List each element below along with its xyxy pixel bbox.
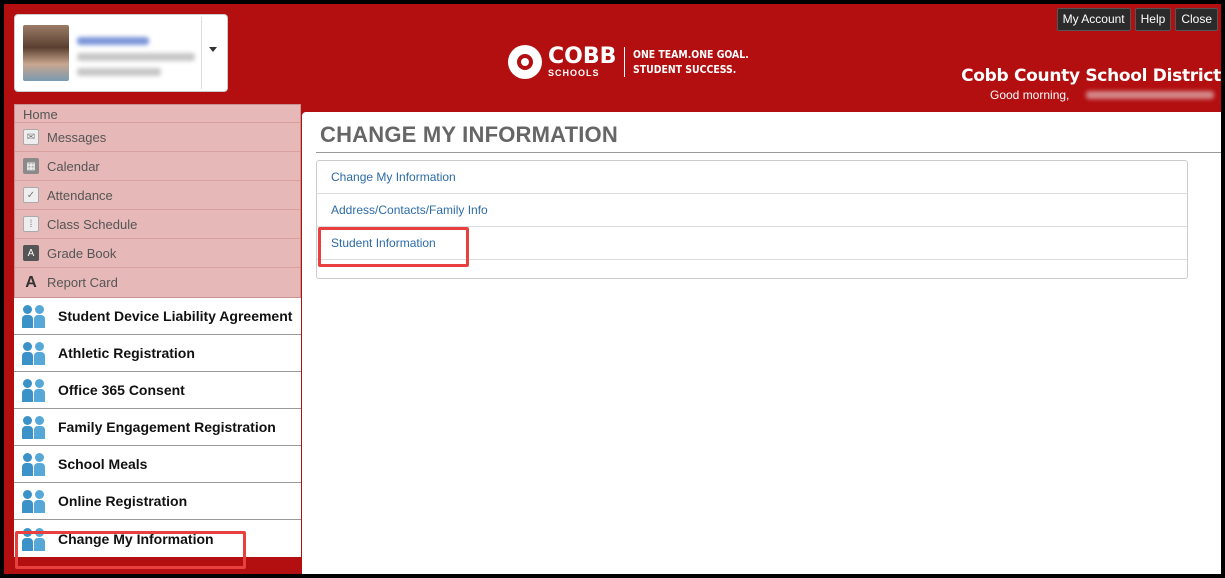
cobb-shield-icon bbox=[508, 45, 542, 79]
checkbox-icon: ✓ bbox=[23, 187, 39, 203]
my-account-button[interactable]: My Account bbox=[1056, 8, 1131, 31]
calendar-icon: ▦ bbox=[23, 158, 39, 174]
sidebar-item-label: Student Device Liability Agreement bbox=[58, 308, 293, 324]
sidebar-item-athletic-registration[interactable]: Athletic Registration bbox=[14, 335, 301, 372]
highlight-box bbox=[15, 531, 246, 569]
sidebar-item-home[interactable]: Home bbox=[15, 105, 300, 123]
chevron-down-icon[interactable] bbox=[209, 47, 217, 52]
tagline-line-2: STUDENT SUCCESS. bbox=[633, 63, 737, 76]
sidebar-item-grade-book[interactable]: A Grade Book bbox=[15, 239, 300, 268]
sidebar-item-online-registration[interactable]: Online Registration bbox=[14, 483, 301, 520]
sidebar-item-label: Online Registration bbox=[58, 493, 188, 509]
logo-schools-text: SCHOOLS bbox=[548, 68, 600, 78]
gradebook-icon: A bbox=[23, 245, 39, 261]
cobb-schools-logo: COBB SCHOOLS ONE TEAM.ONE GOAL. STUDENT … bbox=[508, 42, 770, 82]
district-name: Cobb County School District bbox=[961, 66, 1221, 86]
link-address-contacts-family[interactable]: Address/Contacts/Family Info bbox=[317, 194, 1187, 227]
sidebar-nav: Home ✉ Messages ▦ Calendar ✓ Attendance … bbox=[14, 104, 301, 298]
sidebar: Home ✉ Messages ▦ Calendar ✓ Attendance … bbox=[14, 104, 301, 574]
sidebar-item-label: Class Schedule bbox=[47, 216, 138, 232]
sidebar-item-school-meals[interactable]: School Meals bbox=[14, 446, 301, 483]
main-content: CHANGE MY INFORMATION Change My Informat… bbox=[302, 112, 1221, 574]
card-divider bbox=[201, 17, 202, 89]
envelope-icon: ✉ bbox=[23, 129, 39, 145]
sidebar-item-report-card[interactable]: A Report Card bbox=[15, 268, 300, 297]
people-icon bbox=[22, 341, 46, 365]
sidebar-item-label: Athletic Registration bbox=[58, 345, 195, 361]
sidebar-item-label: School Meals bbox=[58, 456, 148, 472]
logo-divider bbox=[624, 47, 626, 77]
people-icon bbox=[22, 489, 46, 513]
help-button[interactable]: Help bbox=[1134, 8, 1172, 31]
sidebar-item-label: Attendance bbox=[47, 187, 113, 203]
sidebar-item-label: Calendar bbox=[47, 158, 100, 174]
title-divider bbox=[316, 152, 1221, 153]
sidebar-item-device-liability[interactable]: Student Device Liability Agreement bbox=[14, 298, 301, 335]
logo-cobb-text: COBB bbox=[548, 44, 617, 69]
people-icon bbox=[22, 304, 46, 328]
student-photo bbox=[23, 25, 69, 81]
sidebar-item-label: Report Card bbox=[47, 275, 118, 290]
student-selector[interactable] bbox=[14, 14, 228, 92]
student-school-redacted bbox=[77, 53, 195, 61]
sidebar-item-family-engagement[interactable]: Family Engagement Registration bbox=[14, 409, 301, 446]
sidebar-item-label: Family Engagement Registration bbox=[58, 419, 276, 435]
logo-tagline: ONE TEAM.ONE GOAL. STUDENT SUCCESS. bbox=[633, 47, 749, 77]
people-icon bbox=[22, 452, 46, 476]
student-name-redacted bbox=[77, 37, 149, 45]
app-window: COBB SCHOOLS ONE TEAM.ONE GOAL. STUDENT … bbox=[4, 4, 1221, 574]
link-change-my-information[interactable]: Change My Information bbox=[317, 161, 1187, 194]
sidebar-item-label: Home bbox=[23, 107, 58, 122]
close-button[interactable]: Close bbox=[1175, 8, 1218, 31]
sidebar-item-office-365-consent[interactable]: Office 365 Consent bbox=[14, 372, 301, 409]
sidebar-item-label: Grade Book bbox=[47, 245, 117, 261]
header: COBB SCHOOLS ONE TEAM.ONE GOAL. STUDENT … bbox=[4, 4, 1221, 104]
schedule-icon: ⁞ bbox=[23, 216, 39, 232]
people-icon bbox=[22, 378, 46, 402]
people-icon bbox=[22, 415, 46, 439]
tagline-line-1: ONE TEAM.ONE GOAL. bbox=[633, 48, 750, 61]
student-grade-redacted bbox=[77, 68, 161, 76]
top-button-group: My Account Help Close bbox=[1056, 8, 1218, 31]
sidebar-item-attendance[interactable]: ✓ Attendance bbox=[15, 181, 300, 210]
greeting-text: Good morning, bbox=[990, 88, 1070, 102]
logo-wordmark: COBB SCHOOLS bbox=[548, 46, 616, 78]
highlight-box bbox=[318, 227, 469, 267]
sidebar-item-calendar[interactable]: ▦ Calendar bbox=[15, 152, 300, 181]
sidebar-item-label: Messages bbox=[47, 129, 107, 145]
page-title: CHANGE MY INFORMATION bbox=[320, 122, 618, 147]
sidebar-item-class-schedule[interactable]: ⁞ Class Schedule bbox=[15, 210, 300, 239]
sidebar-item-label: Office 365 Consent bbox=[58, 382, 185, 398]
report-card-icon: A bbox=[25, 273, 37, 291]
sidebar-item-messages[interactable]: ✉ Messages bbox=[15, 123, 300, 152]
user-name-redacted bbox=[1086, 91, 1214, 99]
